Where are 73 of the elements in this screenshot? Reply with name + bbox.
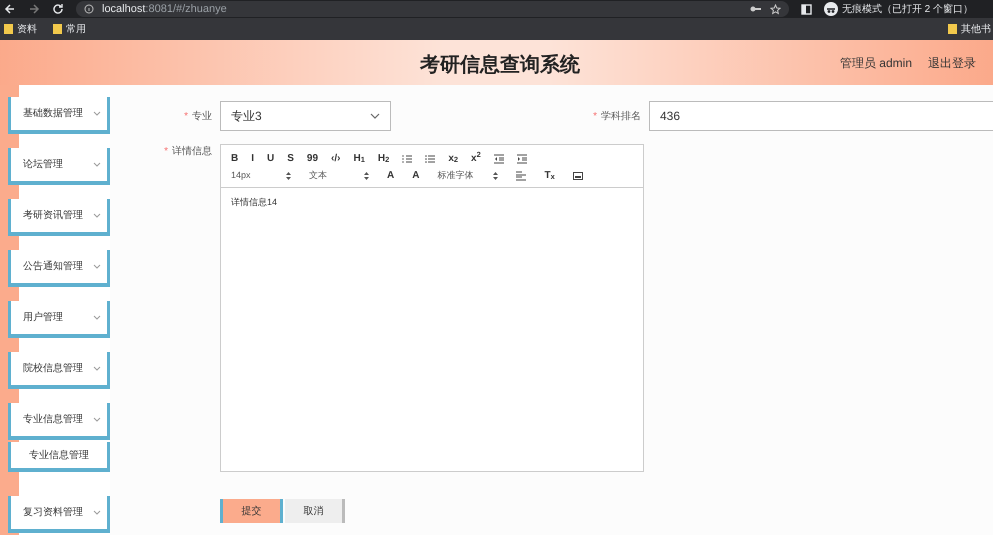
toolbar-select[interactable]: 标准字体 xyxy=(437,168,498,182)
outdent-icon[interactable] xyxy=(494,154,504,164)
chevron-down-icon xyxy=(370,113,380,119)
address-bar[interactable]: localhost:8081/#/zhuanye xyxy=(76,1,789,17)
toolbar-button[interactable]: I xyxy=(251,154,254,164)
chevron-down-icon xyxy=(93,213,101,218)
ordered-list-icon[interactable] xyxy=(402,154,412,164)
forward-icon[interactable] xyxy=(28,3,40,15)
toolbar-button[interactable]: B xyxy=(231,154,238,164)
toolbar-button[interactable]: A xyxy=(412,170,420,180)
toolbar-button[interactable]: 99 xyxy=(306,154,318,164)
user-label: 管理员 admin xyxy=(840,54,912,72)
back-icon[interactable] xyxy=(4,3,16,15)
sidebar-item[interactable]: 基础数据管理 xyxy=(8,97,110,134)
reload-icon[interactable] xyxy=(52,3,64,15)
panel-icon[interactable] xyxy=(800,4,812,14)
toolbar-button[interactable]: H$_{1}$ xyxy=(354,154,365,164)
required-mark: * xyxy=(593,110,597,124)
cancel-button[interactable]: 取消 xyxy=(285,499,345,523)
sort-arrows-icon xyxy=(493,172,498,180)
toolbar-button[interactable]: x$^{2}$ xyxy=(471,154,481,164)
chevron-down-icon xyxy=(93,417,101,422)
sidebar-item[interactable]: 论坛管理 xyxy=(8,148,110,185)
field-label: 学科排名 xyxy=(601,110,641,124)
chevron-down-icon xyxy=(93,366,101,371)
align-icon[interactable] xyxy=(516,170,526,180)
select-field[interactable]: 专业3 xyxy=(220,101,391,131)
sort-arrows-icon xyxy=(286,172,291,180)
folder-icon xyxy=(53,24,62,34)
sort-arrows-icon xyxy=(364,172,369,180)
input-field[interactable]: 436 xyxy=(649,101,993,131)
toolbar-button[interactable]: T$_{x}$ xyxy=(544,170,555,180)
logout-link[interactable]: 退出登录 xyxy=(928,54,976,72)
folder-icon xyxy=(948,24,957,34)
star-icon[interactable] xyxy=(770,4,781,14)
sidebar-item[interactable]: 专业信息管理 xyxy=(8,442,110,472)
app-title: 考研信息查询系统 xyxy=(420,52,580,78)
info-icon xyxy=(84,4,94,14)
indent-icon[interactable] xyxy=(516,154,527,164)
required-mark: * xyxy=(164,145,168,159)
toolbar-button[interactable]: ‹/› xyxy=(331,154,340,164)
folder-icon xyxy=(4,24,13,34)
field-label: 专业 xyxy=(192,110,212,124)
editor-area[interactable]: 详情信息14 xyxy=(221,188,643,471)
chevron-down-icon xyxy=(93,111,101,116)
toolbar-button[interactable]: A xyxy=(387,170,394,180)
submit-button[interactable]: 提交 xyxy=(220,499,283,523)
sidebar-item[interactable]: 考研资讯管理 xyxy=(8,199,110,236)
sidebar-item[interactable]: 专业信息管理 xyxy=(8,403,110,440)
toolbar-select[interactable]: 14px xyxy=(231,168,291,182)
toolbar-button[interactable]: x$_{2}$ xyxy=(448,154,458,164)
sidebar-item[interactable]: 复习资料管理 xyxy=(8,496,110,533)
chevron-down-icon xyxy=(93,264,101,269)
toolbar-select[interactable]: 文本 xyxy=(309,168,369,182)
bookmark[interactable]: 资料 xyxy=(4,22,37,36)
required-mark: * xyxy=(184,110,188,124)
chevron-down-icon xyxy=(93,315,101,320)
bookmark[interactable]: 常用 xyxy=(53,22,86,36)
chevron-down-icon xyxy=(93,510,101,515)
image-icon[interactable] xyxy=(572,170,583,180)
sidebar-item[interactable]: 公告通知管理 xyxy=(8,250,110,287)
toolbar-button[interactable]: H$_{2}$ xyxy=(378,154,390,164)
url-text: localhost:8081/#/zhuanye xyxy=(102,2,227,17)
key-icon[interactable] xyxy=(750,4,762,14)
bullet-list-icon[interactable] xyxy=(425,154,436,164)
incognito-label: 无痕模式（已打开 2 个窗口） xyxy=(842,2,973,16)
field-label: 详情信息 xyxy=(172,144,212,159)
toolbar-button[interactable]: U xyxy=(267,154,274,164)
bookmark[interactable]: 其他书 xyxy=(948,22,991,36)
sidebar-item[interactable]: 院校信息管理 xyxy=(8,352,110,389)
sidebar-item[interactable]: 用户管理 xyxy=(8,301,110,338)
toolbar-button[interactable]: S xyxy=(287,154,294,164)
chevron-down-icon xyxy=(93,162,101,167)
